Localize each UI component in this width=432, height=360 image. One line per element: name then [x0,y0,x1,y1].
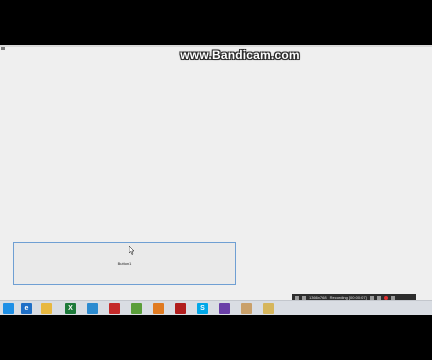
windows-start-icon[interactable] [3,303,14,314]
chrome-icon[interactable] [131,303,142,314]
skype-icon[interactable]: S [197,303,208,314]
search-icon[interactable] [302,295,306,300]
bandicam-menu-icon[interactable] [295,295,299,300]
desktop-screen: www.Bandicam.com Button1 1366x768 Record… [0,45,432,315]
record-app-icon[interactable] [109,303,120,314]
user-icon[interactable] [241,303,252,314]
window-title-bar [0,45,432,47]
pencil-icon[interactable] [376,295,381,300]
form-app-icon[interactable] [263,303,274,314]
close-icon[interactable] [390,295,395,300]
file-explorer-icon[interactable] [41,303,52,314]
record-icon[interactable] [383,295,388,300]
internet-explorer-icon[interactable]: e [21,303,32,314]
bandicam-watermark: www.Bandicam.com [180,48,300,62]
excel-icon[interactable]: X [65,303,76,314]
mouse-cursor-icon [129,246,135,255]
bandicam-icon[interactable] [175,303,186,314]
taskbar: eXS [0,300,432,315]
camera-icon[interactable] [369,295,374,300]
button1-label: Button1 [117,261,132,266]
visual-studio-icon[interactable] [219,303,230,314]
button1[interactable]: Button1 [13,242,236,285]
app-icon[interactable] [87,303,98,314]
powerpoint-icon[interactable] [153,303,164,314]
